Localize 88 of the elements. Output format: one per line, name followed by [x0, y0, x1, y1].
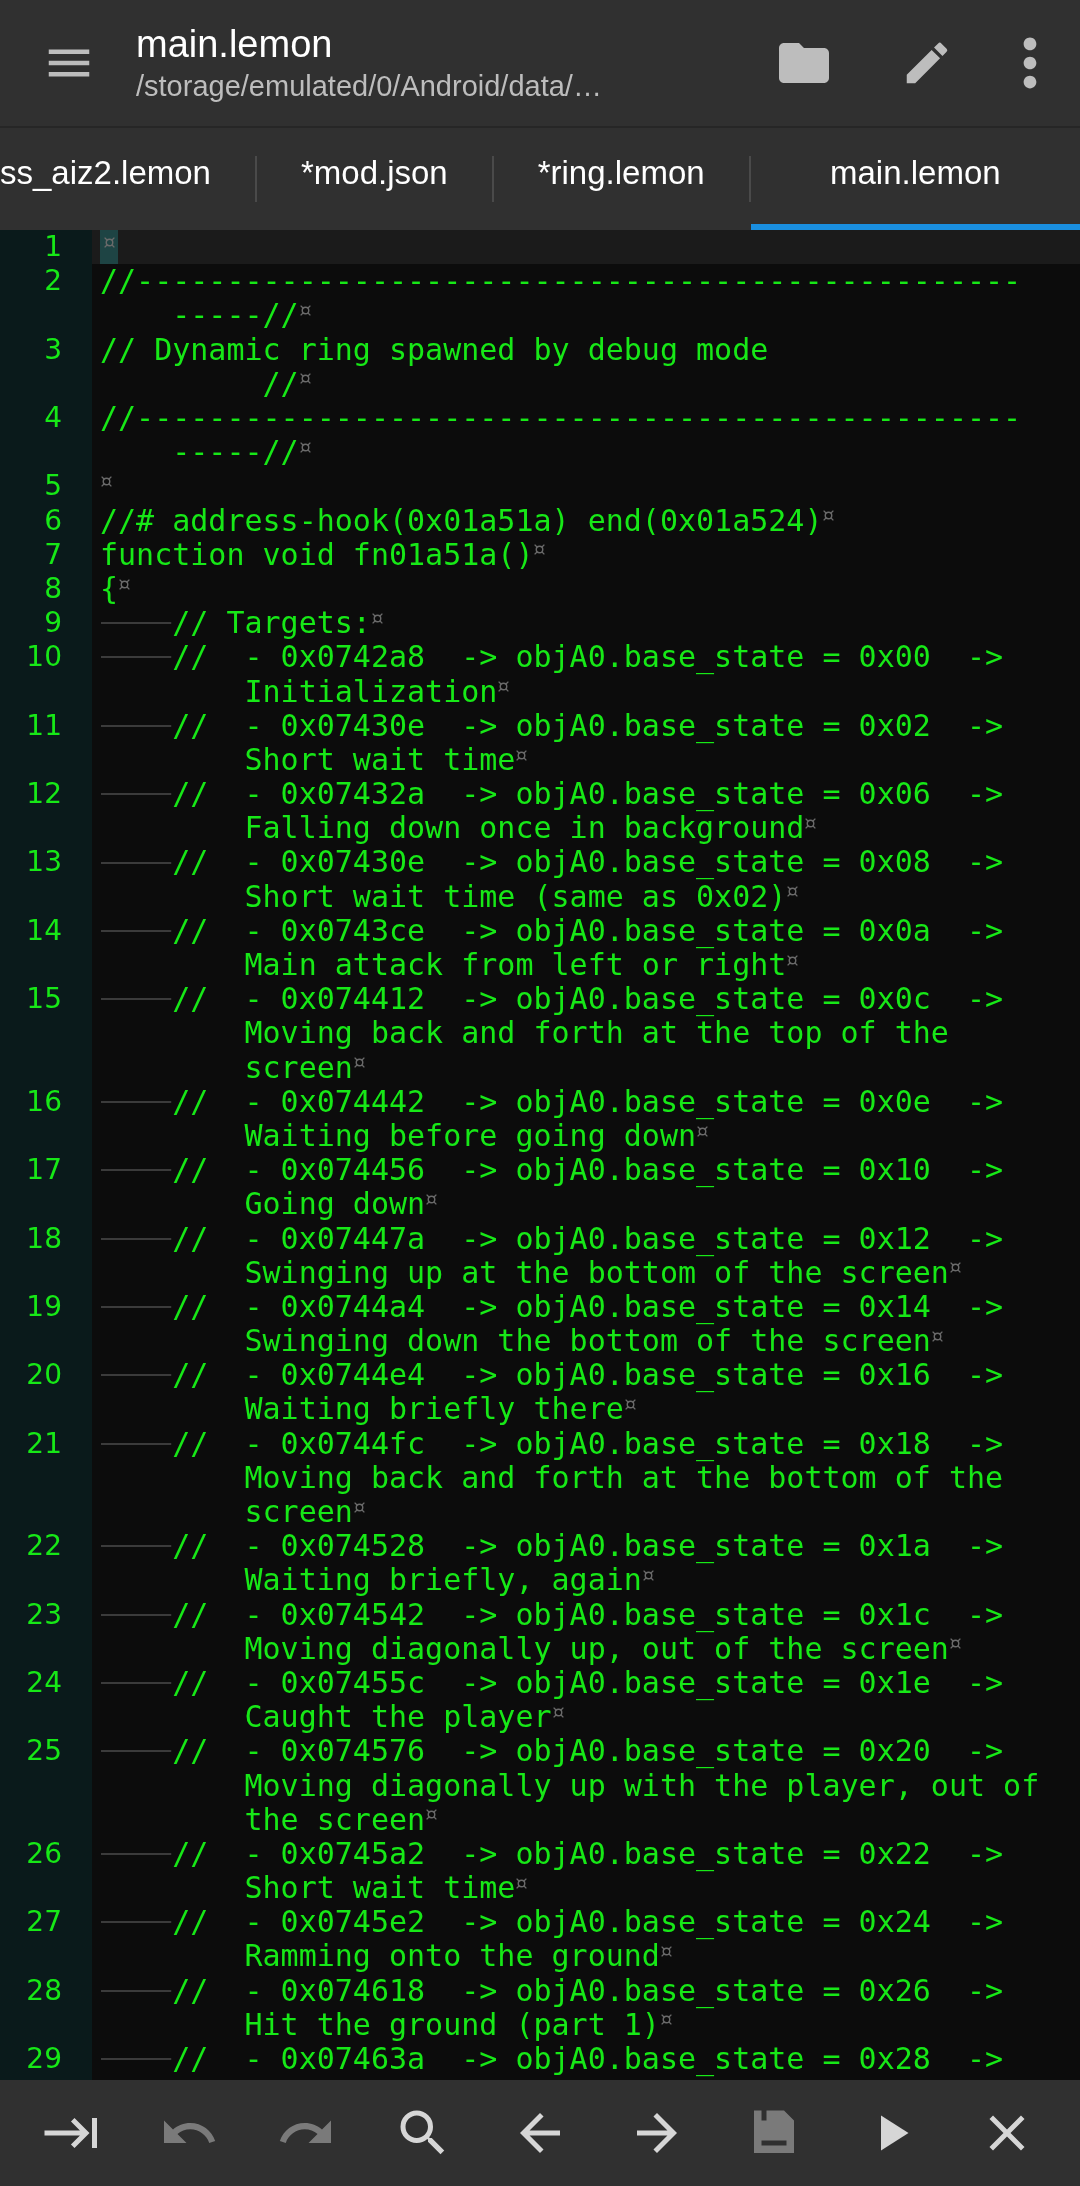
code-text: { — [100, 571, 119, 607]
code-text: Waiting briefly there — [244, 1392, 624, 1427]
file-tab[interactable]: ss_aiz2.lemon — [0, 128, 255, 230]
code-text: Hit the ground (part 1) — [244, 2007, 660, 2043]
code-text: // - 0x0744e4 -> objA0.base_state = 0x16 -> — [172, 1358, 1005, 1393]
line-number: 28 — [25, 1973, 63, 2008]
line-number: 27 — [25, 1905, 63, 1940]
code-text: // - 0x07455c -> objA0.base_state = 0x1e -> — [172, 1665, 1005, 1701]
code-text: Moving diagonally up with the player, out of — [244, 1768, 1041, 1803]
file-title: main.lemon — [136, 23, 334, 66]
code-text: Moving back and forth at the top of the — [244, 1016, 950, 1051]
code-text: // - 0x0745e2 -> objA0.base_state = 0x24 -> — [172, 1905, 1005, 1940]
line-number: 5 — [43, 469, 63, 504]
line-number: 23 — [25, 1597, 63, 1632]
code-text: Short wait time (same as 0x02) — [244, 879, 787, 914]
code-text: -----// — [172, 435, 299, 470]
code-text: Going down — [244, 1187, 426, 1222]
line-number: 20 — [25, 1358, 63, 1393]
line-number: 9 — [43, 606, 63, 641]
code-text: Short wait time — [244, 742, 516, 778]
line-number: 17 — [25, 1153, 63, 1188]
code-text: the screen — [244, 1802, 426, 1837]
line-number: 1 — [43, 230, 63, 265]
code-text: screen — [244, 1495, 353, 1530]
code-text: // - 0x0744a4 -> objA0.base_state = 0x14 -> — [172, 1289, 1005, 1325]
code-text: // - 0x074528 -> objA0.base_state = 0x1a -> — [172, 1529, 1005, 1564]
code-text: screen — [244, 1050, 353, 1085]
line-number: 2 — [43, 264, 63, 299]
line-number: 4 — [43, 400, 63, 436]
file-tab[interactable]: *mod.json — [256, 128, 492, 230]
code-text: // - 0x074442 -> objA0.base_state = 0x0e -> — [172, 1084, 1005, 1119]
line-number: 21 — [25, 1426, 63, 1461]
file-tab[interactable]: *ring.lemon — [493, 128, 749, 230]
code-text: Caught the player — [244, 1700, 552, 1735]
code-text: // Dynamic ring spawned by debug mode — [100, 332, 769, 367]
code-text: // - 0x074542 -> objA0.base_state = 0x1c -> — [172, 1597, 1005, 1632]
line-number: 7 — [43, 537, 63, 572]
more-button[interactable] — [1022, 36, 1038, 90]
code-text: // - 0x0742a8 -> objA0.base_state = 0x00 -> — [172, 640, 1005, 675]
code-text: Waiting before going down — [244, 1118, 697, 1154]
code-text: // - 0x074576 -> objA0.base_state = 0x20 -> — [172, 1734, 1005, 1769]
code-text: //------------------------------------------------- — [100, 264, 1022, 299]
code-text: Falling down once in background — [244, 811, 805, 846]
code-text: // - 0x07432a -> objA0.base_state = 0x06 -> — [172, 777, 1005, 812]
line-number: 3 — [43, 332, 63, 367]
code-text: Moving diagonally up, out of the screen — [244, 1631, 949, 1666]
code-text: function void fn01a51a() — [100, 537, 534, 572]
file-path: /storage/emulated/0/Android/data/… — [136, 70, 603, 103]
code-text: // - 0x07430e -> objA0.base_state = 0x08 -> — [172, 845, 1005, 880]
code-text: // - 0x07463a -> objA0.base_state = 0x28 -> — [172, 2042, 1005, 2077]
code-text: // - 0x074412 -> objA0.base_state = 0x0c -> — [172, 982, 1005, 1017]
code-text: Initialization — [244, 674, 498, 709]
code-text: // - 0x07430e -> objA0.base_state = 0x02 -> — [172, 708, 1005, 743]
line-number: 25 — [25, 1734, 63, 1769]
code-text: -----// — [172, 298, 299, 333]
code-text: // - 0x074456 -> objA0.base_state = 0x10 -> — [172, 1153, 1005, 1188]
code-text: //------------------------------------------------- — [100, 400, 1022, 436]
line-number: 10 — [25, 640, 63, 675]
code-text: Swinging up at the bottom of the screen — [244, 1255, 949, 1290]
line-number: 15 — [25, 982, 63, 1017]
code-text: // - 0x0743ce -> objA0.base_state = 0x0a -> — [172, 913, 1005, 949]
code-text: //# address-hook(0x01a51a) end(0x01a524) — [100, 503, 823, 538]
line-number: 26 — [25, 1836, 63, 1872]
code-text: Swinging down the bottom of the screen — [244, 1324, 931, 1359]
code-text: // Targets: — [172, 606, 371, 641]
line-number: 12 — [25, 777, 63, 812]
line-number: 8 — [43, 571, 63, 607]
code-text: Short wait time — [244, 1871, 516, 1906]
line-number: 24 — [25, 1665, 63, 1701]
line-number: 6 — [43, 503, 63, 538]
code-text: Ramming onto the ground — [244, 1939, 660, 1974]
line-number: 13 — [25, 845, 63, 880]
line-number: 16 — [25, 1084, 63, 1119]
more-icon — [1022, 36, 1038, 90]
line-number: 22 — [25, 1529, 63, 1564]
code-text: // - 0x0744fc -> objA0.base_state = 0x18 -> — [172, 1426, 1005, 1461]
code-text: Moving back and forth at the bottom of the — [244, 1460, 1005, 1496]
line-number: 14 — [25, 913, 63, 949]
line-number: 11 — [25, 708, 63, 743]
line-number: 19 — [25, 1289, 63, 1325]
line-number: 18 — [25, 1221, 63, 1256]
line-number: 29 — [25, 2042, 63, 2077]
code-text: Waiting briefly, again — [244, 1563, 642, 1598]
code-text: // - 0x074618 -> objA0.base_state = 0x26 -> — [172, 1973, 1005, 2008]
code-text: Main attack from left or right — [244, 948, 787, 983]
code-text: // — [262, 366, 299, 401]
code-text: // - 0x0745a2 -> objA0.base_state = 0x22 -> — [172, 1836, 1005, 1872]
code-text: // - 0x07447a -> objA0.base_state = 0x12 -> — [172, 1221, 1005, 1256]
